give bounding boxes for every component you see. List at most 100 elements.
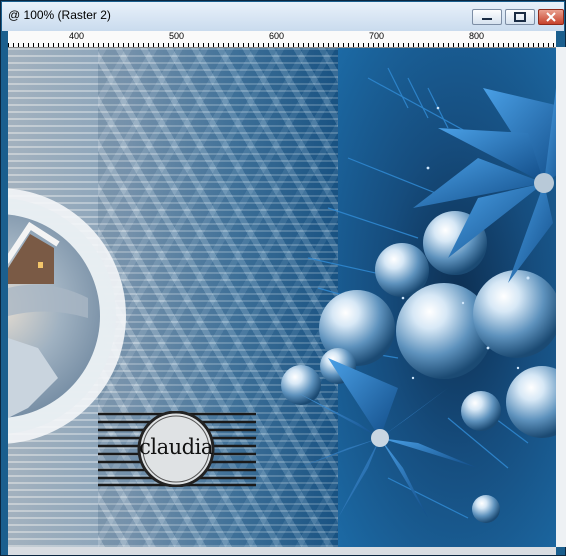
ruler-tick bbox=[168, 43, 169, 47]
ruler-tick bbox=[418, 43, 419, 47]
ruler-tick bbox=[278, 43, 279, 47]
ruler-tick bbox=[243, 43, 244, 47]
ruler-tick bbox=[33, 43, 34, 47]
ruler-tick bbox=[163, 43, 164, 47]
horizontal-ruler[interactable]: 400 500 600 700 800 bbox=[8, 31, 556, 48]
ruler-tick bbox=[433, 43, 434, 47]
ruler-label-600: 600 bbox=[269, 31, 285, 41]
watermark-text: claudia bbox=[139, 435, 213, 459]
ruler-tick bbox=[368, 43, 369, 47]
ruler-tick bbox=[363, 43, 364, 47]
ruler-tick bbox=[393, 43, 394, 47]
artwork-layer bbox=[8, 67, 556, 523]
ruler-tick bbox=[38, 43, 39, 47]
window-titlebar[interactable]: @ 100% (Raster 2) bbox=[2, 2, 564, 31]
ruler-tick bbox=[188, 43, 189, 47]
ruler-tick bbox=[268, 43, 269, 47]
ruler-tick bbox=[273, 43, 274, 47]
ruler-tick bbox=[303, 43, 304, 47]
ruler-label-500: 500 bbox=[169, 31, 185, 41]
ruler-tick bbox=[413, 43, 414, 47]
ruler-tick bbox=[403, 43, 404, 47]
ruler-tick bbox=[548, 43, 549, 47]
ruler-tick bbox=[58, 43, 59, 47]
ruler-tick bbox=[398, 43, 399, 47]
ruler-tick bbox=[123, 43, 124, 47]
ruler-tick bbox=[328, 43, 329, 47]
ruler-tick bbox=[213, 43, 214, 47]
ruler-tick bbox=[443, 43, 444, 47]
ruler-tick bbox=[108, 43, 109, 47]
image-canvas[interactable]: claudia bbox=[8, 48, 556, 547]
ruler-tick bbox=[333, 43, 334, 47]
ruler-tick bbox=[93, 43, 94, 47]
ruler-tick bbox=[128, 43, 129, 47]
ruler-tick bbox=[323, 43, 324, 47]
minimize-icon bbox=[482, 18, 492, 20]
ruler-tick bbox=[493, 43, 494, 47]
ruler-tick bbox=[23, 43, 24, 47]
ruler-tick bbox=[113, 43, 114, 47]
ruler-tick bbox=[383, 43, 384, 47]
ruler-tick bbox=[153, 43, 154, 47]
bottom-edge bbox=[8, 547, 556, 555]
ruler-tick bbox=[478, 43, 479, 47]
ruler-tick bbox=[468, 43, 469, 47]
ruler-tick bbox=[8, 43, 9, 47]
ruler-tick bbox=[148, 43, 149, 47]
ruler-tick bbox=[48, 43, 49, 47]
ruler-tick bbox=[538, 43, 539, 47]
ruler-tick bbox=[178, 43, 179, 47]
ruler-tick bbox=[388, 43, 389, 47]
ruler-tick bbox=[158, 43, 159, 47]
close-icon bbox=[546, 12, 556, 22]
ruler-tick bbox=[473, 43, 474, 47]
ruler-tick bbox=[238, 43, 239, 47]
ruler-tick bbox=[288, 43, 289, 47]
ruler-tick bbox=[208, 43, 209, 47]
ruler-tick bbox=[508, 43, 509, 47]
ruler-tick bbox=[228, 43, 229, 47]
ruler-tick bbox=[68, 43, 69, 47]
ruler-tick bbox=[453, 43, 454, 47]
ruler-tick bbox=[133, 43, 134, 47]
ruler-tick bbox=[218, 43, 219, 47]
ruler-tick bbox=[428, 43, 429, 47]
ruler-tick bbox=[308, 43, 309, 47]
ruler-tick bbox=[203, 43, 204, 47]
ruler-tick bbox=[343, 43, 344, 47]
ruler-tick bbox=[463, 43, 464, 47]
ruler-tick bbox=[498, 43, 499, 47]
ruler-label-800: 800 bbox=[469, 31, 485, 41]
ruler-tick bbox=[338, 43, 339, 47]
ruler-tick bbox=[28, 43, 29, 47]
ruler-tick bbox=[408, 43, 409, 47]
ruler-tick bbox=[53, 43, 54, 47]
close-button[interactable] bbox=[538, 9, 564, 25]
ruler-tick bbox=[193, 43, 194, 47]
ruler-tick bbox=[543, 43, 544, 47]
ruler-tick bbox=[173, 43, 174, 47]
ruler-tick bbox=[73, 43, 74, 47]
ruler-tick bbox=[378, 43, 379, 47]
maximize-button[interactable] bbox=[505, 9, 535, 25]
ruler-tick bbox=[263, 43, 264, 47]
minimize-button[interactable] bbox=[472, 9, 502, 25]
ruler-tick bbox=[293, 43, 294, 47]
winter-scene-circle bbox=[8, 188, 126, 444]
window-title: @ 100% (Raster 2) bbox=[8, 8, 111, 22]
ruler-tick bbox=[258, 43, 259, 47]
ruler-tick bbox=[488, 43, 489, 47]
ruler-tick bbox=[43, 43, 44, 47]
poinsettia-bottom bbox=[298, 358, 478, 518]
ruler-tick bbox=[373, 43, 374, 47]
image-window: @ 100% (Raster 2) 400 500 600 700 800 cl… bbox=[0, 0, 566, 556]
ruler-tick bbox=[313, 43, 314, 47]
ruler-tick bbox=[223, 43, 224, 47]
ruler-tick bbox=[448, 43, 449, 47]
ruler-tick bbox=[248, 43, 249, 47]
ruler-tick bbox=[503, 43, 504, 47]
ruler-tick bbox=[318, 43, 319, 47]
ruler-tick bbox=[528, 43, 529, 47]
ruler-tick bbox=[353, 43, 354, 47]
